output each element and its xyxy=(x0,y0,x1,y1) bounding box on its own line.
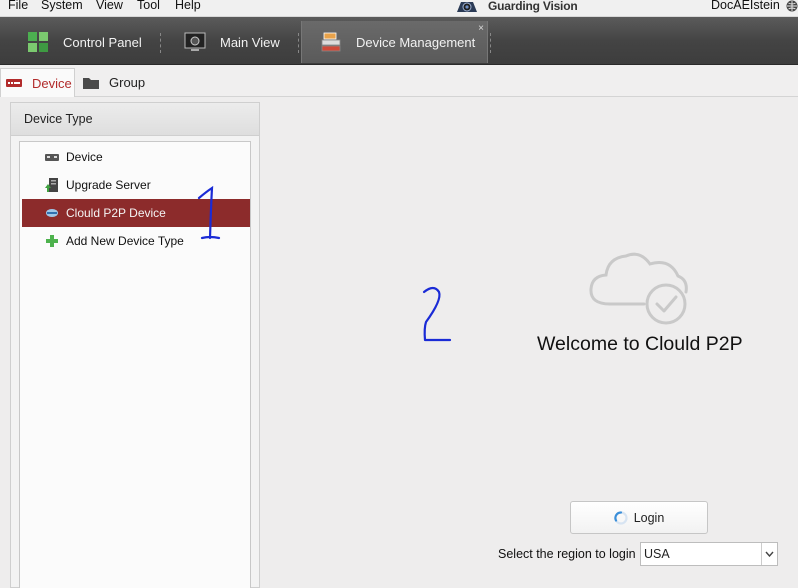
globe-icon[interactable] xyxy=(786,0,798,12)
list-item-label: Add New Device Type xyxy=(66,234,184,248)
tab-group[interactable]: Group xyxy=(78,68,145,97)
menu-view[interactable]: View xyxy=(96,0,123,12)
toolbar-divider xyxy=(490,33,491,53)
list-item-label: Device xyxy=(66,150,103,164)
grid-icon xyxy=(28,32,48,52)
cloud-device-icon xyxy=(46,209,58,217)
menu-help[interactable]: Help xyxy=(175,0,201,12)
tab-main-view[interactable]: Main View xyxy=(184,21,280,63)
toolbar-divider xyxy=(298,33,299,53)
folder-icon xyxy=(83,77,99,89)
device-type-panel: Device Type Device Upgrade Server Clould… xyxy=(10,102,260,588)
list-item-label: Clould P2P Device xyxy=(66,206,166,220)
tab-label: Device xyxy=(32,75,72,91)
chevron-down-icon[interactable] xyxy=(761,543,777,565)
close-icon[interactable]: × xyxy=(478,23,484,34)
menu-file[interactable]: File xyxy=(8,0,28,12)
server-upgrade-icon xyxy=(45,178,58,192)
camera-logo-icon xyxy=(457,2,477,12)
tab-device[interactable]: Device xyxy=(0,68,75,97)
region-select[interactable]: USA xyxy=(640,542,778,566)
region-label: Select the region to login xyxy=(498,547,636,561)
device-icon xyxy=(6,79,22,87)
username[interactable]: DocAEIstein xyxy=(711,0,780,12)
login-button[interactable]: Login xyxy=(570,501,708,534)
panel-header: Device Type xyxy=(11,103,259,136)
tab-device-management[interactable]: Device Management × xyxy=(301,21,488,63)
menu-system[interactable]: System xyxy=(41,0,83,12)
app-title: Guarding Vision xyxy=(488,0,578,13)
dvr-icon xyxy=(45,154,59,161)
menu-tool[interactable]: Tool xyxy=(137,0,160,12)
welcome-heading: Welcome to Clould P2P xyxy=(537,333,743,355)
tab-label: Control Panel xyxy=(63,34,142,50)
toolbar-divider xyxy=(160,33,161,53)
region-value: USA xyxy=(644,547,670,561)
list-item-label: Upgrade Server xyxy=(66,178,151,192)
menu-bar: File System View Tool Help Guarding Visi… xyxy=(0,0,798,17)
plus-icon xyxy=(46,235,58,247)
annotation-1: 1 xyxy=(197,186,221,240)
cloud-check-icon xyxy=(589,252,688,325)
list-item-device[interactable]: Device xyxy=(22,143,250,171)
device-stack-icon xyxy=(321,32,341,52)
tab-control-panel[interactable]: Control Panel xyxy=(27,21,142,63)
tab-label: Group xyxy=(109,75,146,90)
tab-label: Main View xyxy=(220,34,280,50)
monitor-camera-icon xyxy=(184,32,206,51)
login-label: Login xyxy=(633,510,665,525)
tab-label: Device Management xyxy=(356,34,476,50)
sub-tab-bar: Device Group xyxy=(0,65,798,97)
annotation-2: 2 xyxy=(422,286,452,342)
spinner-icon xyxy=(614,510,628,525)
main-toolbar: Control Panel Main View Device Managemen… xyxy=(0,17,798,65)
